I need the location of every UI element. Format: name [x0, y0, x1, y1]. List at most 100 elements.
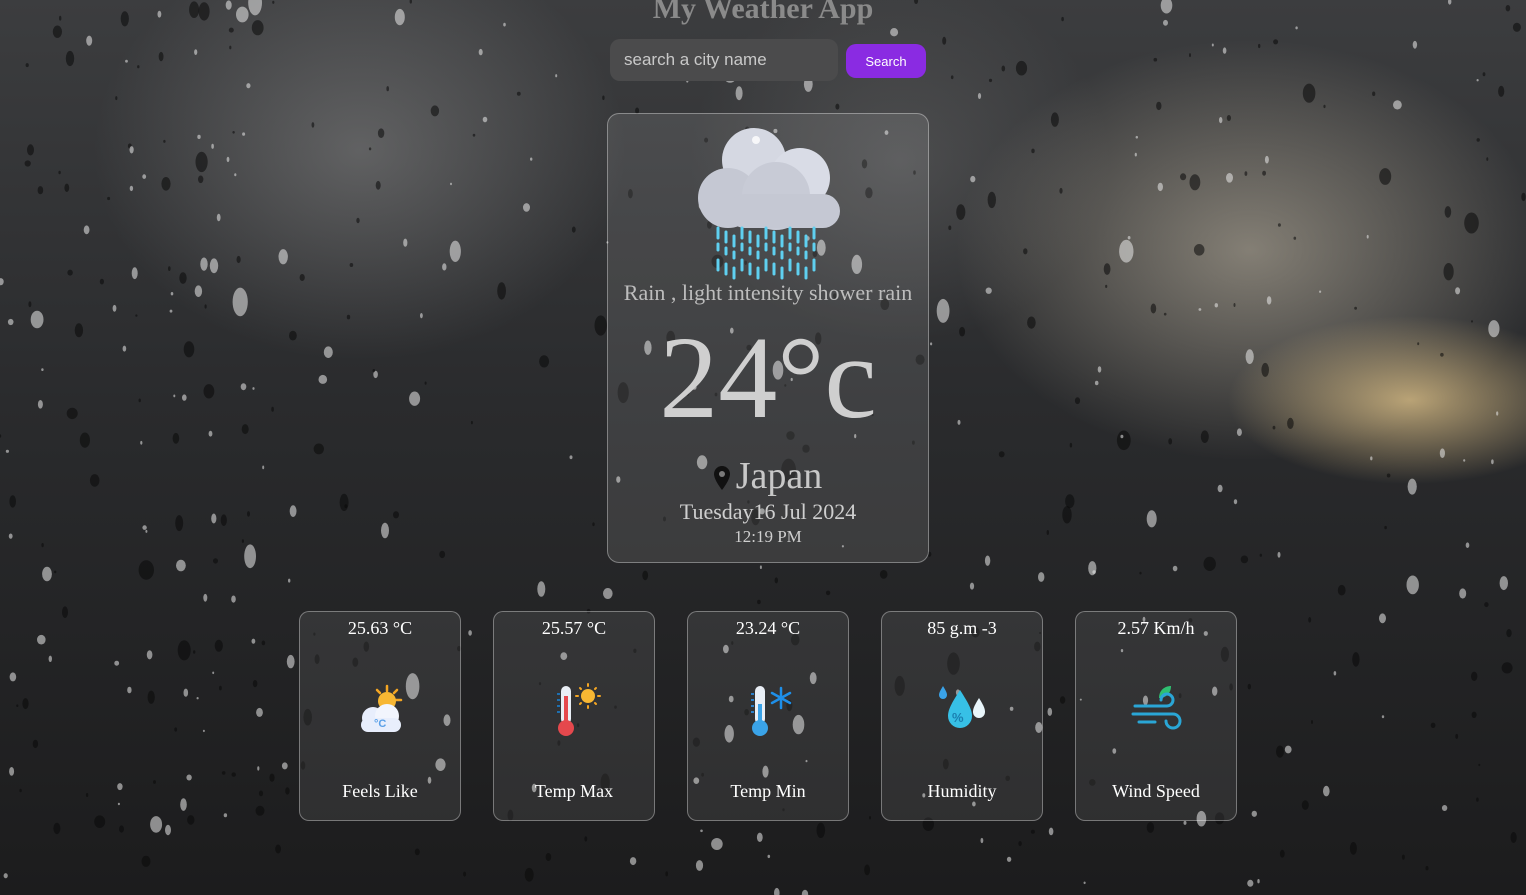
raindrop [196, 697, 199, 700]
sun-cloud-icon: °C [361, 684, 403, 732]
raindrop [1486, 157, 1489, 161]
raindrop [1444, 206, 1452, 218]
humidity-drops-icon: % [939, 686, 985, 728]
raindrop [414, 848, 420, 856]
raindrop [1491, 459, 1494, 465]
raindrop [119, 825, 124, 833]
raindrop [1381, 715, 1385, 719]
raindrop [261, 640, 266, 646]
raindrop [286, 654, 295, 669]
raindrop [1065, 494, 1075, 509]
stat-value: 25.63 °C [347, 618, 413, 638]
stat-value: 2.57 Km/h [1117, 618, 1195, 638]
raindrop [545, 853, 552, 861]
raindrop [592, 522, 595, 527]
raindrop [1488, 320, 1500, 338]
stat-value: 85 g.m -3 [927, 618, 997, 638]
raindrop [142, 525, 147, 530]
raindrop [41, 368, 44, 371]
raindrop [226, 156, 230, 163]
raindrop [99, 278, 104, 285]
raindrop [1074, 397, 1081, 405]
raindrop [1412, 40, 1418, 49]
raindrop [1163, 312, 1167, 316]
raindrop [339, 493, 349, 511]
raindrop [801, 889, 809, 895]
raindrop [950, 75, 954, 80]
thermometer-hot-icon [557, 683, 601, 736]
raindrop [1319, 290, 1322, 293]
raindrop [1217, 484, 1223, 493]
raindrop [463, 871, 467, 877]
raindrop [1127, 236, 1131, 240]
raindrop [1352, 652, 1360, 667]
raindrop [1083, 881, 1086, 885]
raindrop [220, 514, 227, 526]
raindrop [1366, 234, 1369, 239]
raindrop [216, 213, 221, 222]
raindrop [1134, 152, 1137, 157]
raindrop [449, 240, 461, 262]
raindrop [516, 91, 521, 96]
raindrop [1059, 696, 1066, 704]
search-input[interactable] [610, 39, 838, 81]
raindrop [299, 274, 305, 281]
raindrop [1258, 43, 1261, 49]
raindrop [1048, 827, 1054, 836]
raindrop [759, 565, 762, 569]
raindrop [8, 533, 13, 539]
raindrop [211, 143, 214, 149]
raindrop [537, 581, 546, 597]
raindrop [285, 787, 290, 795]
weather-description: Rain , light intensity shower rain [623, 280, 913, 305]
raindrop [1015, 60, 1028, 76]
raindrop [5, 449, 9, 453]
raindrop [403, 238, 408, 247]
raindrop [58, 170, 61, 175]
raindrop [1211, 43, 1214, 47]
raindrop [67, 269, 73, 276]
raindrop [523, 203, 530, 212]
raindrop [1156, 101, 1162, 111]
raindrop [125, 59, 128, 63]
raindrop [1214, 303, 1219, 308]
raindrop [1226, 115, 1231, 121]
raindrop [936, 298, 950, 323]
raindrop [1198, 308, 1202, 311]
raindrop [180, 798, 187, 811]
raindrop [195, 151, 208, 173]
raindrop [117, 802, 120, 806]
raindrop [1443, 263, 1454, 281]
wind-icon [1131, 686, 1182, 730]
raindrop [85, 793, 89, 797]
raindrop [948, 225, 952, 231]
raindrop [28, 301, 32, 308]
raindrop [140, 440, 143, 445]
raindrop [173, 394, 176, 398]
raindrop [890, 28, 899, 37]
raindrop [584, 836, 588, 842]
raindrop [1273, 39, 1279, 45]
raindrop [213, 558, 218, 564]
raindrop [115, 96, 118, 101]
raindrop [1471, 320, 1473, 323]
search-button[interactable]: Search [846, 44, 926, 78]
raindrop [65, 50, 75, 67]
raindrop [1120, 434, 1124, 439]
raindrop [1105, 284, 1108, 288]
raindrop [1277, 223, 1281, 227]
raindrop [1354, 306, 1357, 310]
raindrop [1262, 170, 1266, 176]
raindrop [16, 704, 19, 707]
raindrop [1510, 832, 1517, 843]
raindrop [524, 867, 534, 882]
raindrop [1023, 248, 1028, 255]
raindrop [183, 341, 195, 358]
raindrop [232, 287, 248, 317]
raindrop [1157, 182, 1164, 192]
raindrop [1200, 430, 1209, 444]
raindrop [62, 606, 68, 618]
raindrop [835, 103, 840, 110]
raindrop [30, 310, 44, 329]
raindrop [1506, 629, 1512, 638]
